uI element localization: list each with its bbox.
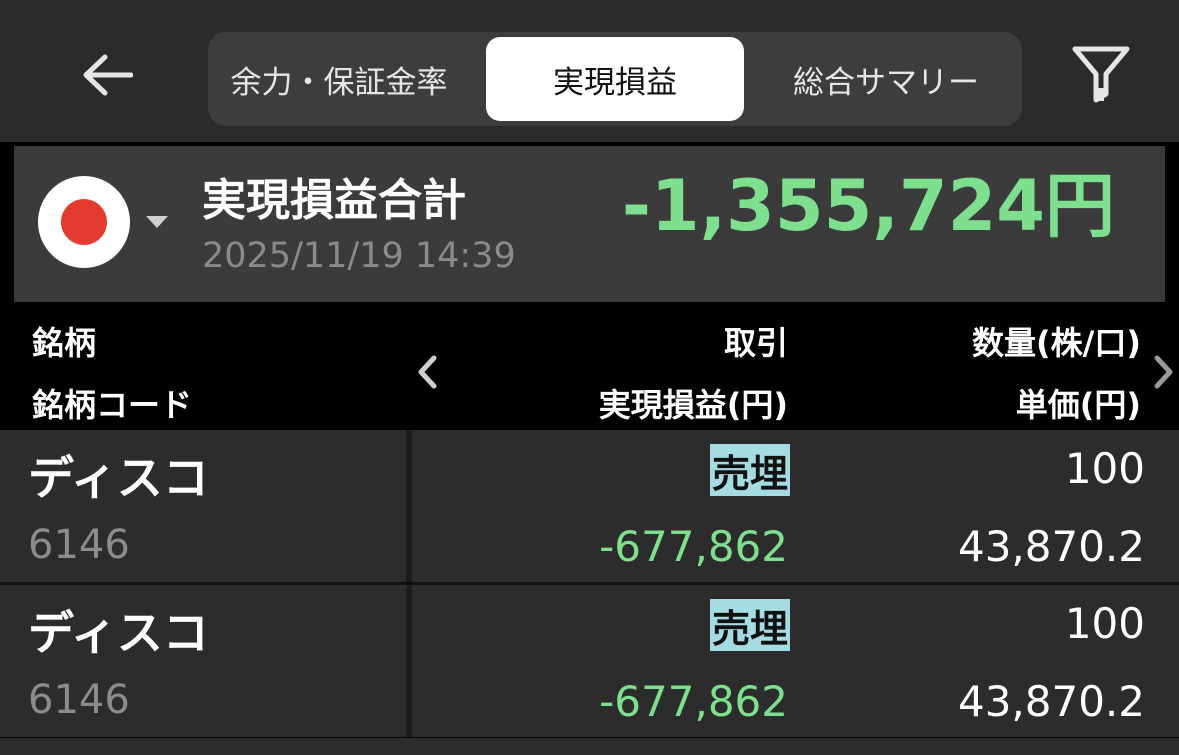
japan-flag-icon[interactable]: [38, 176, 130, 268]
symbol-code: 6146: [28, 677, 130, 723]
tab-realized-pnl[interactable]: 実現損益: [486, 37, 744, 121]
top-bar: 余力・保証金率 実現損益 総合サマリー: [0, 0, 1179, 142]
quantity-value: 100: [1064, 599, 1145, 648]
chevron-down-icon[interactable]: [146, 216, 168, 228]
header-symbol-code: 銘柄コード: [32, 386, 193, 424]
table-row[interactable]: ディスコ 6146 売埋 -677,862 100 43,870.2: [0, 585, 1179, 737]
table-footer: [0, 738, 1179, 755]
segmented-tabs: 余力・保証金率 実現損益 総合サマリー: [208, 32, 1022, 126]
filter-icon: [1072, 46, 1130, 103]
quantity-value: 100: [1064, 444, 1145, 493]
header-symbol: 銘柄: [32, 324, 97, 362]
filter-button[interactable]: [1068, 42, 1134, 108]
header-realized-pnl: 実現損益(円): [598, 386, 788, 424]
back-button[interactable]: [72, 40, 142, 110]
unit-price-value: 43,870.2: [957, 522, 1145, 571]
summary-title: 実現損益合計: [202, 175, 466, 226]
header-unit-price: 単価(円): [1015, 386, 1141, 424]
unit-price-value: 43,870.2: [957, 677, 1145, 726]
realized-pnl-value: -677,862: [599, 677, 788, 726]
table-row[interactable]: ディスコ 6146 売埋 -677,862 100 43,870.2: [0, 430, 1179, 582]
summary-total-value: -1,355,724円: [621, 165, 1115, 247]
trade-type-badge: 売埋: [709, 444, 790, 496]
symbol-name: ディスコ: [28, 606, 209, 660]
prev-columns-button[interactable]: [412, 352, 442, 392]
header-quantity: 数量(株/口): [972, 324, 1141, 362]
summary-datetime: 2025/11/19 14:39: [202, 236, 516, 276]
trade-type-badge: 売埋: [709, 599, 790, 651]
tab-summary[interactable]: 総合サマリー: [752, 37, 1020, 121]
tab-margin-ratio[interactable]: 余力・保証金率: [208, 37, 470, 121]
next-columns-button[interactable]: [1149, 352, 1179, 392]
symbol-code: 6146: [28, 522, 130, 568]
header-trade: 取引: [723, 324, 788, 362]
arrow-left-icon: [83, 54, 133, 96]
chevron-left-icon: [418, 355, 437, 389]
symbol-name: ディスコ: [28, 451, 209, 505]
realized-pnl-value: -677,862: [599, 522, 788, 571]
chevron-right-icon: [1154, 355, 1173, 389]
realized-pnl-summary: 実現損益合計 2025/11/19 14:39 -1,355,724円: [14, 146, 1165, 302]
